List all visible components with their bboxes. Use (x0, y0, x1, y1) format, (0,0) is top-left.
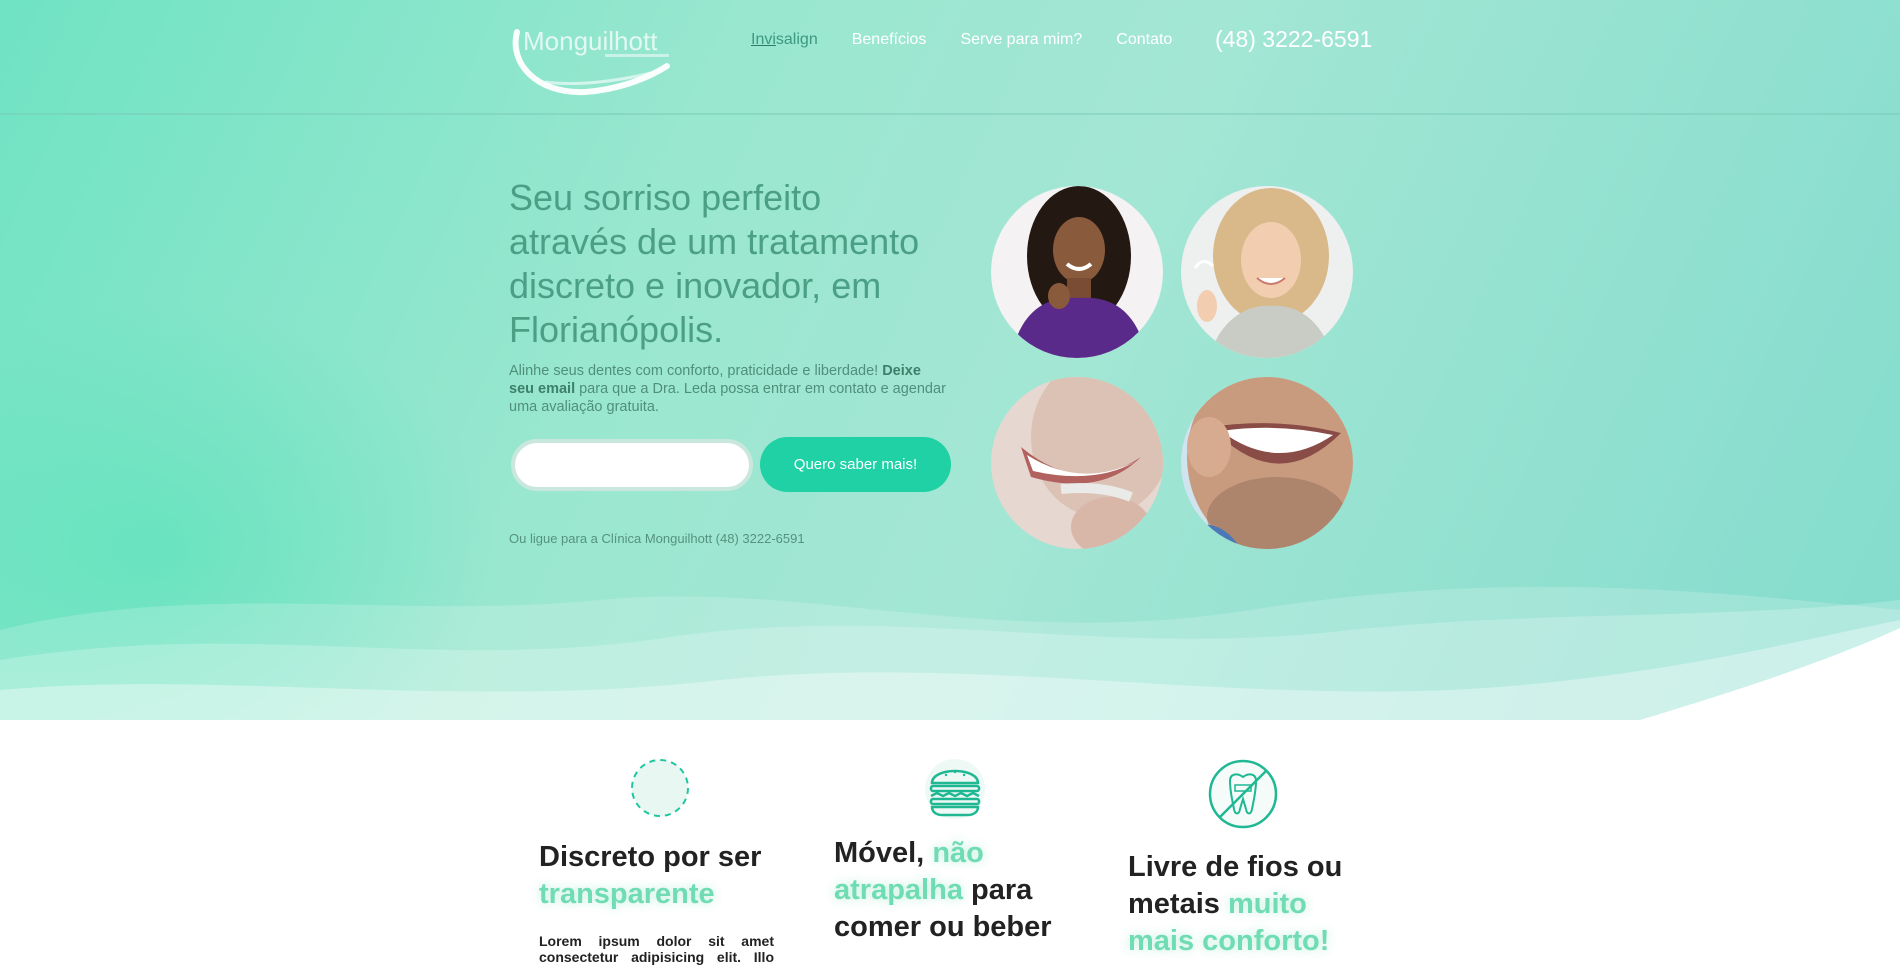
no-braces-tooth-icon (1208, 759, 1278, 829)
hero-lead: Alinhe seus dentes com conforto, pratici… (509, 362, 949, 416)
logo-mark: Monguilhott (512, 26, 670, 96)
nav-invisalign-rest: salign (775, 31, 818, 48)
site-header: Monguilhott Invisalign Benefícios Serve … (0, 0, 1900, 115)
photo-woman-blonde (1181, 186, 1353, 358)
lead-part1: Alinhe seus dentes com conforto, pratici… (509, 363, 883, 379)
logo[interactable]: Monguilhott (505, 22, 685, 100)
feature-discreto-title-highlight: transparente (539, 878, 715, 910)
hero-section: Monguilhott Invisalign Benefícios Serve … (0, 0, 1900, 720)
feature-movel-title: Móvel, não atrapalha para comer ou beber (834, 835, 1069, 946)
nav-serve-para-mim[interactable]: Serve para mim? (960, 30, 1082, 50)
main-nav: Invisalign Benefícios Serve para mim? Co… (751, 30, 1206, 50)
feature-livre-title: Livre de fios ou metais muito mais confo… (1128, 849, 1363, 960)
logo-text: Monguilhott (523, 26, 658, 56)
feature-movel-title-plain-1: Móvel, (834, 837, 933, 869)
nav-invisalign[interactable]: Invisalign (751, 30, 818, 50)
quero-saber-mais-button[interactable]: Quero saber mais! (760, 437, 951, 492)
photo-woman-curly-hair (991, 186, 1163, 358)
hero-waves (0, 586, 1900, 720)
nav-invisalign-underlined: Invi (751, 31, 776, 48)
burger-icon (925, 759, 985, 819)
lead-part2: para que a Dra. Leda possa entrar em con… (509, 381, 946, 415)
nav-beneficios[interactable]: Benefícios (852, 30, 927, 50)
email-input[interactable] (511, 439, 753, 491)
photo-smile-aligner (991, 377, 1163, 549)
header-phone[interactable]: (48) 3222-6591 (1215, 26, 1372, 53)
feature-discreto-text: Lorem ipsum dolor sit amet consectetur a… (539, 933, 774, 965)
hero-headline: Seu sorriso perfeito através de um trata… (509, 177, 920, 350)
photo-man-aligner (1181, 377, 1353, 549)
nav-contato[interactable]: Contato (1116, 30, 1172, 50)
feature-discreto-title: Discreto por ser transparente (539, 839, 774, 913)
call-line: Ou ligue para a Clínica Monguilhott (48)… (509, 531, 805, 546)
feature-discreto-title-plain: Discreto por ser (539, 841, 762, 873)
circle-dashed-icon (631, 759, 689, 817)
